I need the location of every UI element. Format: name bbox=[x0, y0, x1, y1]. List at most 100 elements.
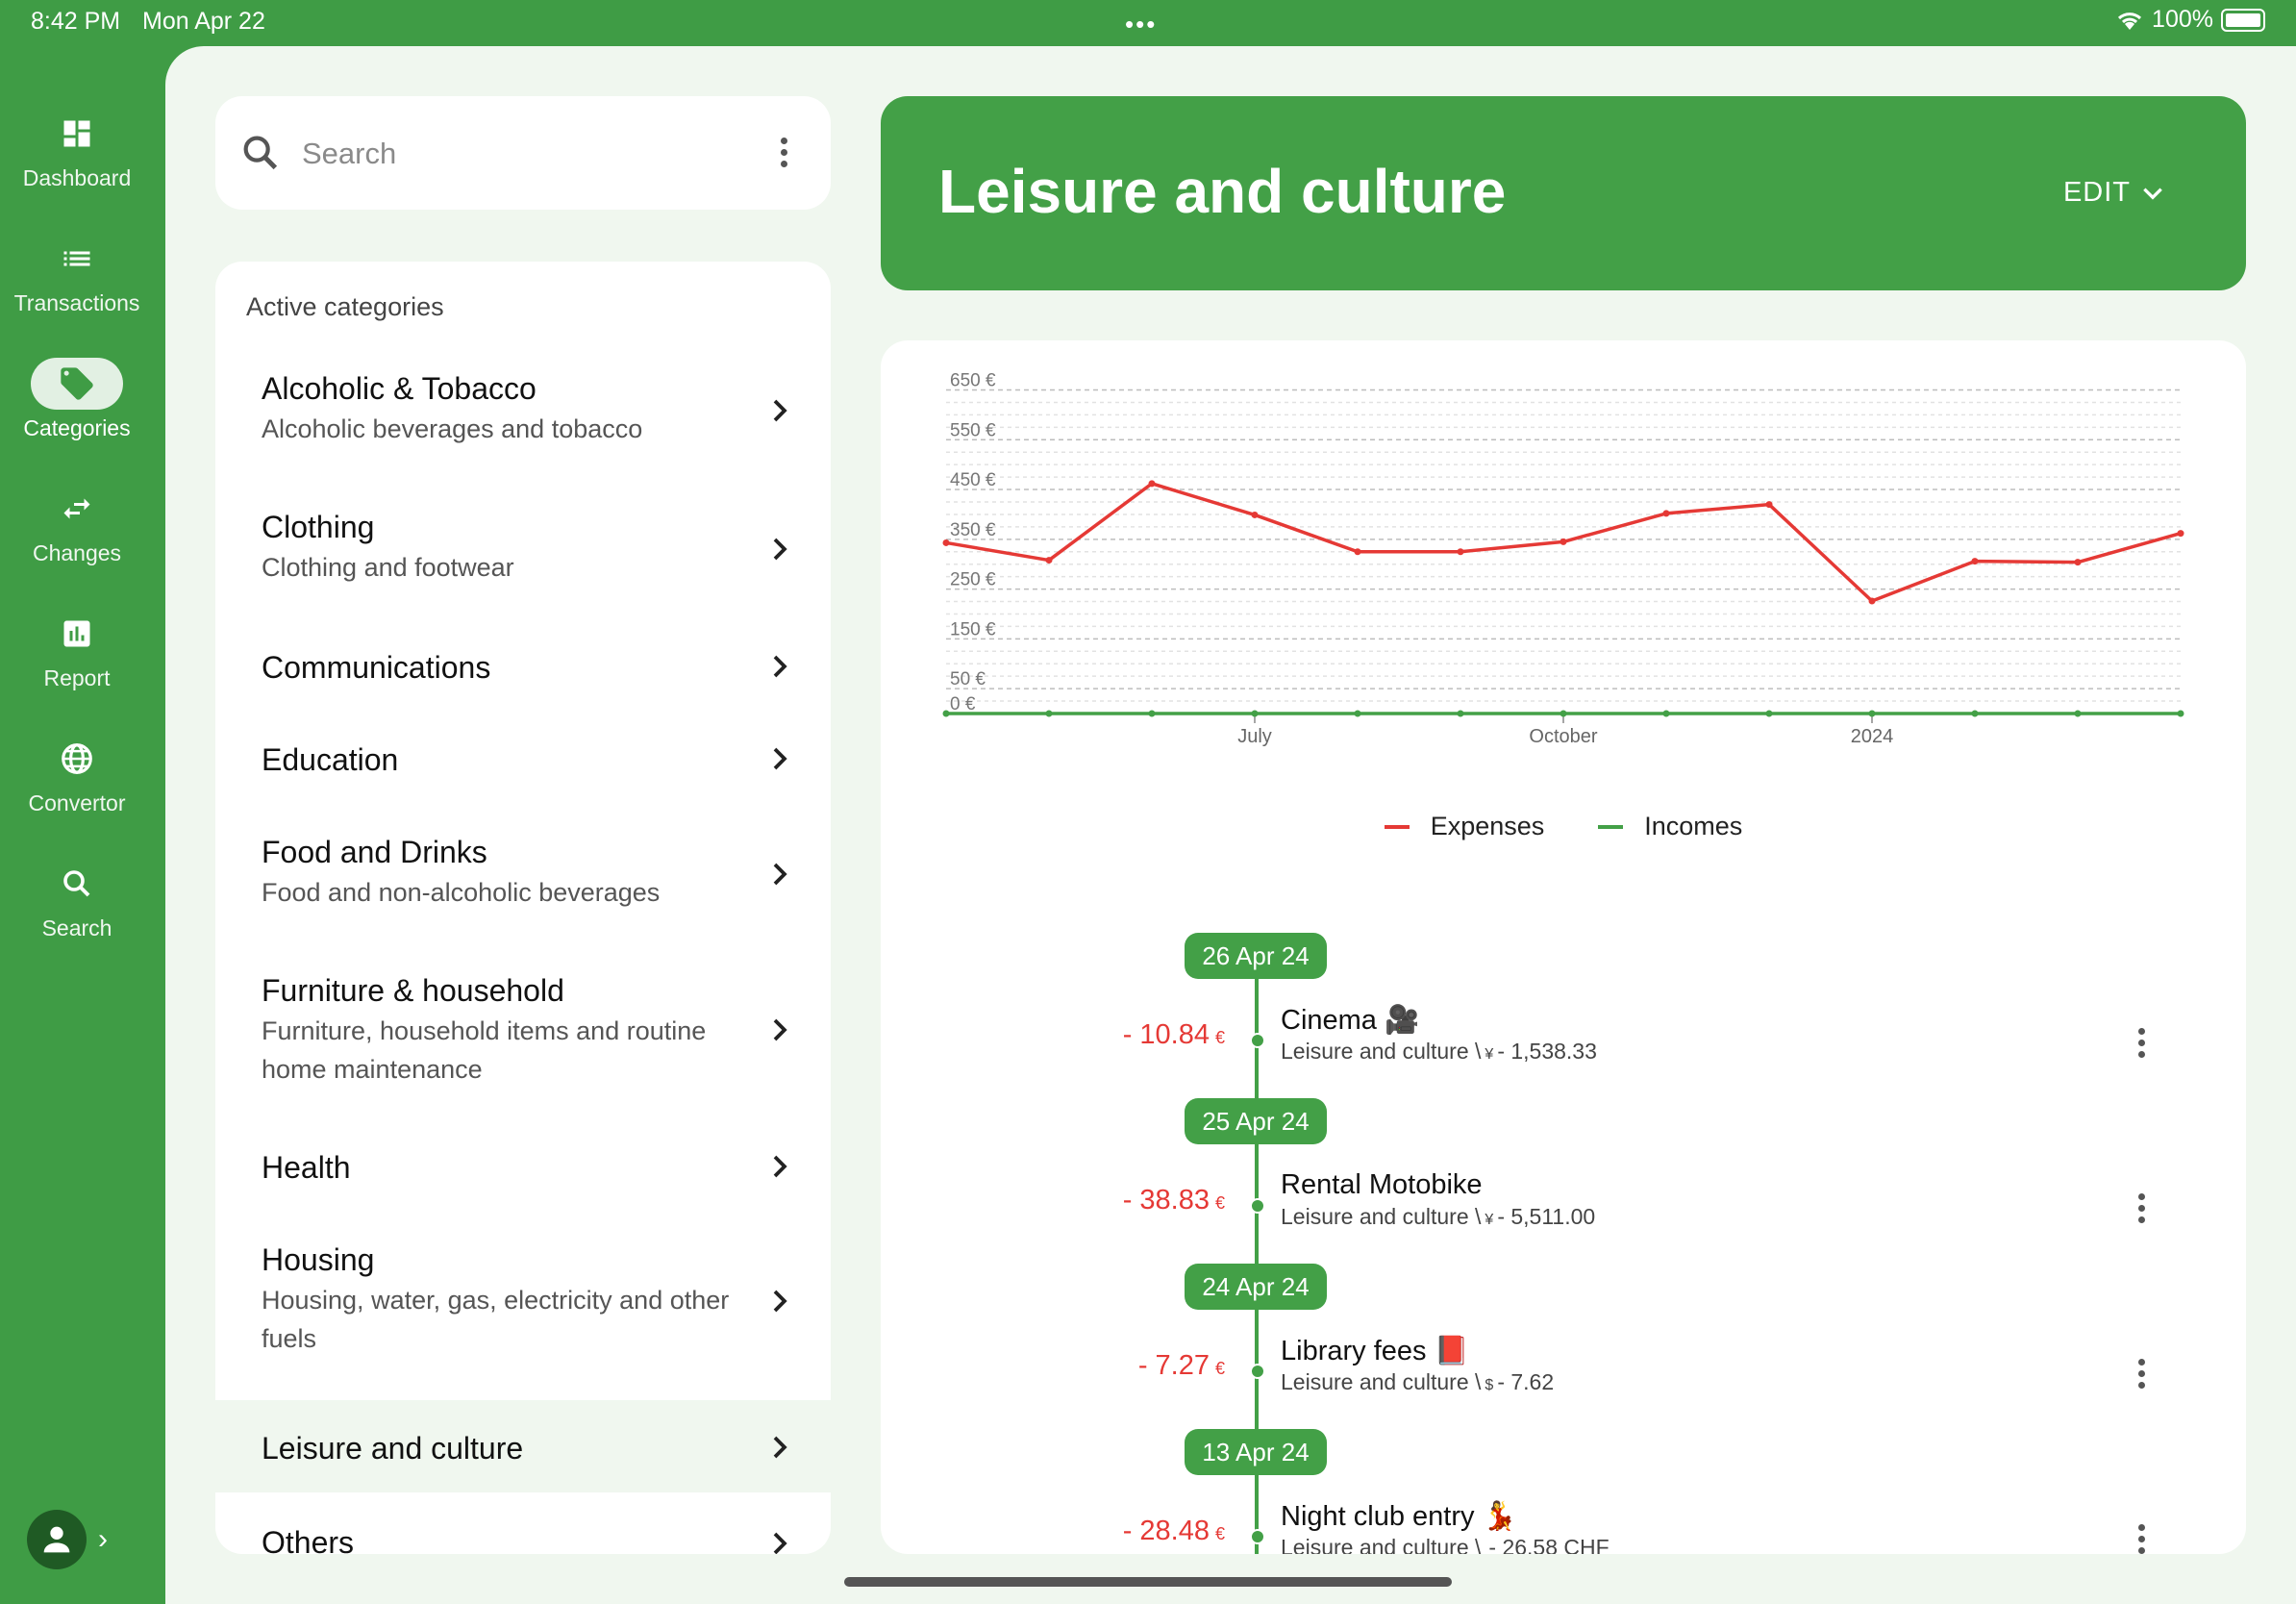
bar-chart-icon bbox=[31, 608, 123, 660]
category-title: Education bbox=[262, 742, 399, 777]
transaction-subtitle: Leisure and culture \ $ - 7.62 bbox=[1281, 1369, 1555, 1394]
status-right: 100% bbox=[2115, 6, 2265, 34]
nav-item-report[interactable]: Report bbox=[0, 608, 154, 691]
nav-item-changes[interactable]: Changes bbox=[0, 483, 154, 566]
nav-item-transactions[interactable]: Transactions bbox=[0, 233, 154, 316]
status-time: 8:42 PM bbox=[31, 8, 121, 35]
category-title: Housing bbox=[262, 1242, 375, 1277]
chevron-down-icon bbox=[2143, 188, 2162, 200]
category-title: Clothing bbox=[262, 510, 375, 544]
category-item-education[interactable]: Education bbox=[215, 714, 831, 802]
data-point-expenses bbox=[1148, 480, 1156, 488]
category-item-communications[interactable]: Communications bbox=[215, 621, 831, 710]
category-item-leisure-culture[interactable]: Leisure and culture bbox=[215, 1400, 831, 1492]
category-header-card: Leisure and culture EDIT bbox=[881, 96, 2246, 290]
category-item-clothing[interactable]: Clothing Clothing and footwear bbox=[215, 483, 831, 617]
transaction-more-icon[interactable] bbox=[2136, 1189, 2146, 1228]
data-point-expenses bbox=[1457, 548, 1464, 556]
data-point-expenses bbox=[942, 539, 950, 546]
profile-button[interactable]: › bbox=[27, 1510, 108, 1569]
home-indicator bbox=[844, 1577, 1452, 1587]
chevron-right-icon bbox=[773, 538, 787, 561]
chevron-right-icon bbox=[773, 1436, 787, 1459]
category-item-housing[interactable]: Housing Housing, water, gas, electricity… bbox=[215, 1216, 831, 1389]
data-point-incomes bbox=[942, 710, 950, 717]
data-point-expenses bbox=[1868, 597, 1876, 605]
data-point-incomes bbox=[2177, 710, 2184, 717]
data-point-incomes bbox=[1560, 710, 1567, 717]
transaction-subtitle: Leisure and culture \ ¥ - 1,538.33 bbox=[1281, 1039, 1597, 1064]
account-avatar-icon bbox=[27, 1510, 87, 1569]
category-title: Furniture & household bbox=[262, 973, 564, 1008]
data-point-expenses bbox=[1662, 510, 1670, 517]
date-pill: 25 Apr 24 bbox=[1185, 1098, 1327, 1144]
timeline-dot bbox=[1250, 1364, 1265, 1379]
transaction-more-icon[interactable] bbox=[2136, 1023, 2146, 1063]
data-point-expenses bbox=[1251, 511, 1259, 518]
y-tick-label: 650 € bbox=[950, 371, 996, 391]
chevron-right-icon bbox=[773, 399, 787, 422]
legend-item-expenses[interactable]: Expenses bbox=[1384, 812, 1544, 841]
legend-swatch-expenses bbox=[1384, 824, 1410, 829]
category-title: Others bbox=[262, 1525, 355, 1554]
legend-item-incomes[interactable]: Incomes bbox=[1598, 812, 1742, 841]
category-title: Communications bbox=[262, 650, 491, 685]
nav-item-search[interactable]: Search bbox=[0, 858, 154, 941]
data-point-incomes bbox=[1148, 710, 1156, 717]
nav-item-categories[interactable]: Categories bbox=[0, 358, 154, 441]
data-point-incomes bbox=[1868, 710, 1876, 717]
x-tick-label: 2024 bbox=[1851, 726, 1894, 747]
battery-icon bbox=[2221, 8, 2265, 32]
globe-icon bbox=[31, 733, 123, 785]
page-title: Leisure and culture bbox=[938, 157, 1507, 226]
category-title: Food and Drinks bbox=[262, 835, 487, 869]
date-pill: 13 Apr 24 bbox=[1185, 1429, 1327, 1475]
transaction-subtitle: Leisure and culture \ ¥ - 5,511.00 bbox=[1281, 1204, 1596, 1229]
data-point-expenses bbox=[1354, 548, 1361, 556]
chevron-right-icon: › bbox=[98, 1523, 108, 1555]
y-tick-label: 50 € bbox=[950, 669, 986, 689]
y-tick-label: 150 € bbox=[950, 619, 996, 639]
data-point-expenses bbox=[2074, 559, 2082, 566]
search-bar[interactable] bbox=[215, 96, 831, 210]
data-point-incomes bbox=[1457, 710, 1464, 717]
category-item-food-drinks[interactable]: Food and Drinks Food and non-alcoholic b… bbox=[215, 806, 831, 940]
data-point-incomes bbox=[1971, 710, 1979, 717]
nav-label-report: Report bbox=[43, 665, 111, 690]
search-icon bbox=[31, 858, 123, 910]
data-point-expenses bbox=[1045, 557, 1053, 564]
data-point-expenses bbox=[1765, 501, 1773, 509]
more-options-icon[interactable] bbox=[779, 133, 788, 172]
transaction-title[interactable]: Rental Motobike bbox=[1281, 1169, 1483, 1201]
multitasking-dots[interactable]: ••• bbox=[1125, 10, 1157, 39]
transaction-more-icon[interactable] bbox=[2136, 1354, 2146, 1393]
category-item-health[interactable]: Health bbox=[215, 1119, 831, 1212]
date-pill: 24 Apr 24 bbox=[1185, 1264, 1327, 1310]
category-title: Alcoholic & Tobacco bbox=[262, 371, 537, 406]
category-subtitle: Alcoholic beverages and tobacco bbox=[262, 414, 643, 443]
nav-item-convertor[interactable]: Convertor bbox=[0, 733, 154, 816]
transaction-title[interactable]: Library fees 📕 bbox=[1281, 1335, 1469, 1367]
search-input[interactable] bbox=[300, 125, 746, 183]
legend-swatch-incomes bbox=[1598, 824, 1624, 829]
wifi-icon bbox=[2118, 12, 2142, 30]
search-icon bbox=[243, 136, 278, 170]
category-item-furniture-household[interactable]: Furniture & household Furniture, househo… bbox=[215, 944, 831, 1115]
timeline-dot bbox=[1250, 1529, 1265, 1544]
timeline-dot bbox=[1250, 1033, 1265, 1048]
transaction-title[interactable]: Cinema 🎥 bbox=[1281, 1004, 1419, 1037]
category-item-others[interactable]: Others bbox=[215, 1494, 831, 1554]
data-point-incomes bbox=[2074, 710, 2082, 717]
edit-button[interactable]: EDIT bbox=[2063, 177, 2165, 209]
transaction-title[interactable]: Night club entry 💃 bbox=[1281, 1500, 1517, 1533]
nav-label-transactions: Transactions bbox=[13, 290, 140, 315]
category-item-alcoholic-tobacco[interactable]: Alcoholic & Tobacco Alcoholic beverages … bbox=[215, 344, 831, 479]
category-list-header: Active categories bbox=[246, 292, 444, 321]
transaction-more-icon[interactable] bbox=[2136, 1519, 2146, 1554]
data-point-incomes bbox=[1765, 710, 1773, 717]
nav-item-dashboard[interactable]: Dashboard bbox=[0, 108, 154, 191]
transaction-amount: - 38.83 € bbox=[1122, 1185, 1225, 1216]
swap-arrows-icon bbox=[31, 483, 123, 535]
chevron-right-icon bbox=[773, 1290, 787, 1313]
category-subtitle: Furniture, household items and routine h… bbox=[262, 1016, 707, 1084]
